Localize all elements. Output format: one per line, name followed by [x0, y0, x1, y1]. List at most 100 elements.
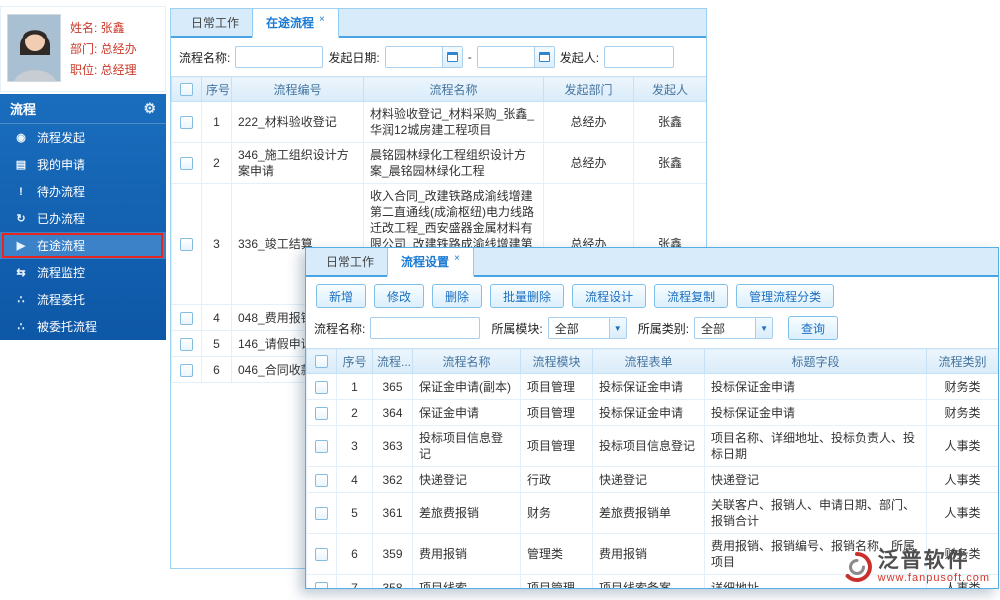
table-row[interactable]: 4 362 快递登记 行政 快递登记 快递登记 人事类 — [306, 466, 998, 493]
profile-name: 姓名: 张鑫 — [70, 21, 125, 35]
table-row[interactable]: 2 364 保证金申请 项目管理 投标保证金申请 投标保证金申请 财务类 — [306, 399, 998, 426]
cell-process-code: 358 — [372, 574, 413, 588]
table-row[interactable]: 2 346_施工组织设计方案申请 晨铭园林绿化工程组织设计方案_晨铭园林绿化工程… — [171, 142, 706, 184]
sidebar-item[interactable]: ▶ 在途流程 — [0, 232, 166, 259]
row-checkbox[interactable] — [180, 363, 193, 377]
refresh-icon: ↻ — [16, 213, 26, 225]
calendar-icon[interactable] — [441, 47, 462, 67]
sidebar-item[interactable]: ⇆ 流程监控 — [0, 259, 166, 286]
start-date-label: 发起日期: — [328, 50, 380, 65]
module-select-value: 全部 — [554, 321, 579, 336]
process-name-input[interactable] — [370, 317, 481, 339]
profile-department: 部门: 总经办 — [70, 42, 137, 56]
row-checkbox[interactable] — [315, 380, 328, 394]
toolbar-button[interactable]: 流程设计 — [572, 284, 647, 308]
close-tab-icon[interactable]: × — [319, 14, 325, 25]
gear-icon[interactable]: ⚙ — [143, 100, 156, 117]
cell-module: 项目管理 — [520, 425, 593, 467]
date-to-field — [476, 46, 555, 68]
window-process-settings: 日常工作 流程设置 × 新增 修改 删除 批量删除 流程设计 流程复制 管理流程分… — [305, 247, 999, 589]
table-row[interactable]: 3 363 投标项目信息登记 项目管理 投标项目信息登记 项目名称、详细地址、投… — [306, 425, 998, 467]
select-all-checkbox[interactable] — [180, 83, 193, 97]
toolbar-button[interactable]: 删除 — [432, 284, 483, 308]
cell-no: 2 — [336, 399, 373, 426]
sidebar-item-label: 流程发起 — [37, 131, 86, 145]
row-checkbox[interactable] — [315, 440, 328, 454]
cell-process-code: 359 — [372, 533, 413, 575]
search-button[interactable]: 查询 — [788, 316, 839, 340]
row-checkbox[interactable] — [315, 406, 328, 420]
row-checkbox[interactable] — [180, 116, 193, 130]
category-select[interactable]: 全部 ▼ — [694, 317, 774, 339]
initiator-label: 发起人: — [559, 50, 600, 65]
toolbar-button[interactable]: 流程复制 — [654, 284, 729, 308]
row-checkbox[interactable] — [180, 311, 193, 325]
toolbar-button[interactable]: 新增 — [316, 284, 367, 308]
column-header-process-name: 流程名称 — [363, 76, 544, 102]
module-select[interactable]: 全部 ▼ — [547, 317, 627, 339]
toolbar-button[interactable]: 批量删除 — [490, 284, 565, 308]
row-checkbox[interactable] — [315, 548, 328, 562]
toolbar-button[interactable]: 管理流程分类 — [736, 284, 835, 308]
sidebar-item[interactable]: ! 待办流程 — [0, 178, 166, 205]
cell-process-code: 364 — [372, 399, 413, 426]
row-checkbox[interactable] — [315, 473, 328, 487]
cell-title-field: 投标保证金申请 — [704, 373, 927, 400]
cell-process-name: 投标项目信息登记 — [412, 425, 521, 467]
column-header-title-field: 标题字段 — [704, 348, 927, 374]
cell-form: 投标项目信息登记 — [592, 425, 705, 467]
cell-module: 管理类 — [520, 533, 593, 575]
sidebar: 流程 ⚙ ◉ 流程发起 ▤ 我的申请 ! 待办流程 ↻ 已办流程 ▶ 在途流程 … — [0, 94, 166, 340]
calendar-icon[interactable] — [533, 47, 554, 67]
tab-in-transit[interactable]: 在途流程 × — [252, 9, 339, 38]
process-name-input[interactable] — [235, 46, 324, 68]
date-separator: - — [467, 50, 472, 64]
sidebar-item[interactable]: ▤ 我的申请 — [0, 151, 166, 178]
monitor-icon: ⇆ — [16, 267, 26, 279]
column-header-no: 序号 — [336, 348, 373, 374]
cell-process-code: 363 — [372, 425, 413, 467]
date-from-input[interactable] — [385, 47, 442, 67]
cell-module: 行政 — [520, 466, 593, 493]
row-checkbox[interactable] — [315, 581, 328, 588]
row-checkbox[interactable] — [315, 507, 328, 521]
org-chart-icon: ∴ — [17, 321, 25, 333]
cell-no: 5 — [336, 492, 373, 534]
cell-title-field: 关联客户、报销人、申请日期、部门、报销合计 — [704, 492, 927, 534]
document-icon: ▤ — [15, 159, 27, 171]
tab-daily-work[interactable]: 日常工作 — [178, 9, 252, 36]
cell-no: 2 — [201, 142, 232, 184]
sidebar-item[interactable]: ◉ 流程发起 — [0, 124, 166, 151]
sidebar-item[interactable]: ∴ 流程委托 — [0, 286, 166, 313]
cell-no: 1 — [201, 101, 232, 143]
date-from-field — [384, 46, 463, 68]
watermark-url: www.fanpusoft.com — [877, 572, 990, 584]
table-row[interactable]: 5 361 差旅费报销 财务 差旅费报销单 关联客户、报销人、申请日期、部门、报… — [306, 492, 998, 534]
sidebar-item[interactable]: ↻ 已办流程 — [0, 205, 166, 232]
category-label: 所属类别: — [637, 321, 690, 336]
date-to-input[interactable] — [477, 47, 534, 67]
select-all-checkbox[interactable] — [315, 355, 328, 369]
initiator-input[interactable] — [604, 46, 675, 68]
cell-no: 4 — [336, 466, 373, 493]
sidebar-item[interactable]: ∴ 被委托流程 — [0, 313, 166, 340]
filter-bar: 流程名称: 所属模块: 全部 ▼ 所属类别: 全部 ▼ 查询 — [306, 314, 998, 348]
row-checkbox[interactable] — [180, 337, 193, 351]
tab-process-settings[interactable]: 流程设置 × — [387, 248, 474, 277]
fanpu-logo-icon — [845, 552, 872, 582]
toolbar-button[interactable]: 修改 — [374, 284, 425, 308]
table-row[interactable]: 1 365 保证金申请(副本) 项目管理 投标保证金申请 投标保证金申请 财务类 — [306, 373, 998, 400]
sidebar-item-label: 流程委托 — [37, 293, 86, 307]
cell-process-name: 晨铭园林绿化工程组织设计方案_晨铭园林绿化工程 — [363, 142, 544, 184]
cell-no: 3 — [336, 425, 373, 467]
cell-initiator: 张鑫 — [633, 142, 706, 184]
close-tab-icon[interactable]: × — [454, 253, 460, 264]
tab-daily-work[interactable]: 日常工作 — [313, 248, 387, 275]
row-checkbox[interactable] — [180, 157, 193, 171]
column-header-process-code: 流程... — [372, 348, 413, 374]
row-checkbox[interactable] — [180, 238, 193, 252]
table-row[interactable]: 1 222_材料验收登记 材料验收登记_材料采购_张鑫_华润12城房建工程项目 … — [171, 101, 706, 143]
cell-process-name: 差旅费报销 — [412, 492, 521, 534]
sidebar-item-label: 在途流程 — [37, 239, 86, 253]
cell-department: 总经办 — [543, 142, 634, 184]
